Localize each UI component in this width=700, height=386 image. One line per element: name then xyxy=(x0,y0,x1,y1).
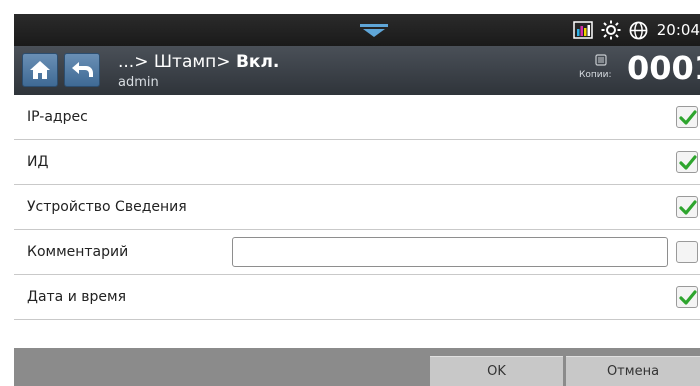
home-button[interactable] xyxy=(22,53,58,87)
checkbox-checked[interactable] xyxy=(676,106,698,128)
checkbox-checked[interactable] xyxy=(676,286,698,308)
list-item-ip-address[interactable]: IP-адрес xyxy=(14,95,700,140)
list-item-label: Комментарий xyxy=(27,244,129,260)
clock-time: 20:04 xyxy=(656,21,700,39)
breadcrumb-path: ...> Штамп> xyxy=(118,52,236,72)
title-bar: ...> Штамп> Вкл. admin Копии: 0001 xyxy=(14,46,700,95)
breadcrumb: ...> Штамп> Вкл. xyxy=(118,52,279,72)
stamp-options-list: IP-адрес ИД Устройство Сведения Коммента… xyxy=(14,95,700,320)
user-name: admin xyxy=(118,75,159,90)
list-item-id[interactable]: ИД xyxy=(14,140,700,185)
list-item-device-info[interactable]: Устройство Сведения xyxy=(14,185,700,230)
list-item-label: Устройство Сведения xyxy=(27,199,187,215)
checkmark-icon xyxy=(679,155,697,170)
copies-label: Копии: xyxy=(579,70,612,80)
list-item-comment[interactable]: Комментарий xyxy=(14,230,700,275)
checkmark-icon xyxy=(679,200,697,215)
ok-button[interactable]: OK xyxy=(430,356,563,386)
cancel-button[interactable]: Отмена xyxy=(566,356,700,386)
checkbox-unchecked[interactable] xyxy=(676,241,698,263)
breadcrumb-current: Вкл. xyxy=(235,52,280,72)
copies-count[interactable]: 0001 xyxy=(627,49,700,87)
comment-input[interactable] xyxy=(232,237,668,267)
list-item-date-time[interactable]: Дата и время xyxy=(14,275,700,320)
bottom-bar: OK Отмена xyxy=(14,348,700,386)
pull-down-icon[interactable] xyxy=(360,24,388,38)
back-arrow-icon xyxy=(72,62,93,77)
toner-level-icon[interactable] xyxy=(573,20,593,40)
copies-icon xyxy=(595,54,607,66)
globe-icon[interactable] xyxy=(629,20,649,40)
eco-sun-icon[interactable] xyxy=(601,20,621,40)
checkmark-icon xyxy=(679,110,697,125)
back-button[interactable] xyxy=(64,53,100,87)
status-icons: 20:04 xyxy=(573,14,700,46)
checkmark-icon xyxy=(679,290,697,305)
list-item-label: IP-адрес xyxy=(27,109,88,125)
list-item-label: Дата и время xyxy=(27,289,126,305)
status-bar: 20:04 xyxy=(14,14,700,46)
checkbox-checked[interactable] xyxy=(676,196,698,218)
home-icon xyxy=(30,61,50,79)
list-item-label: ИД xyxy=(27,154,49,170)
checkbox-checked[interactable] xyxy=(676,151,698,173)
